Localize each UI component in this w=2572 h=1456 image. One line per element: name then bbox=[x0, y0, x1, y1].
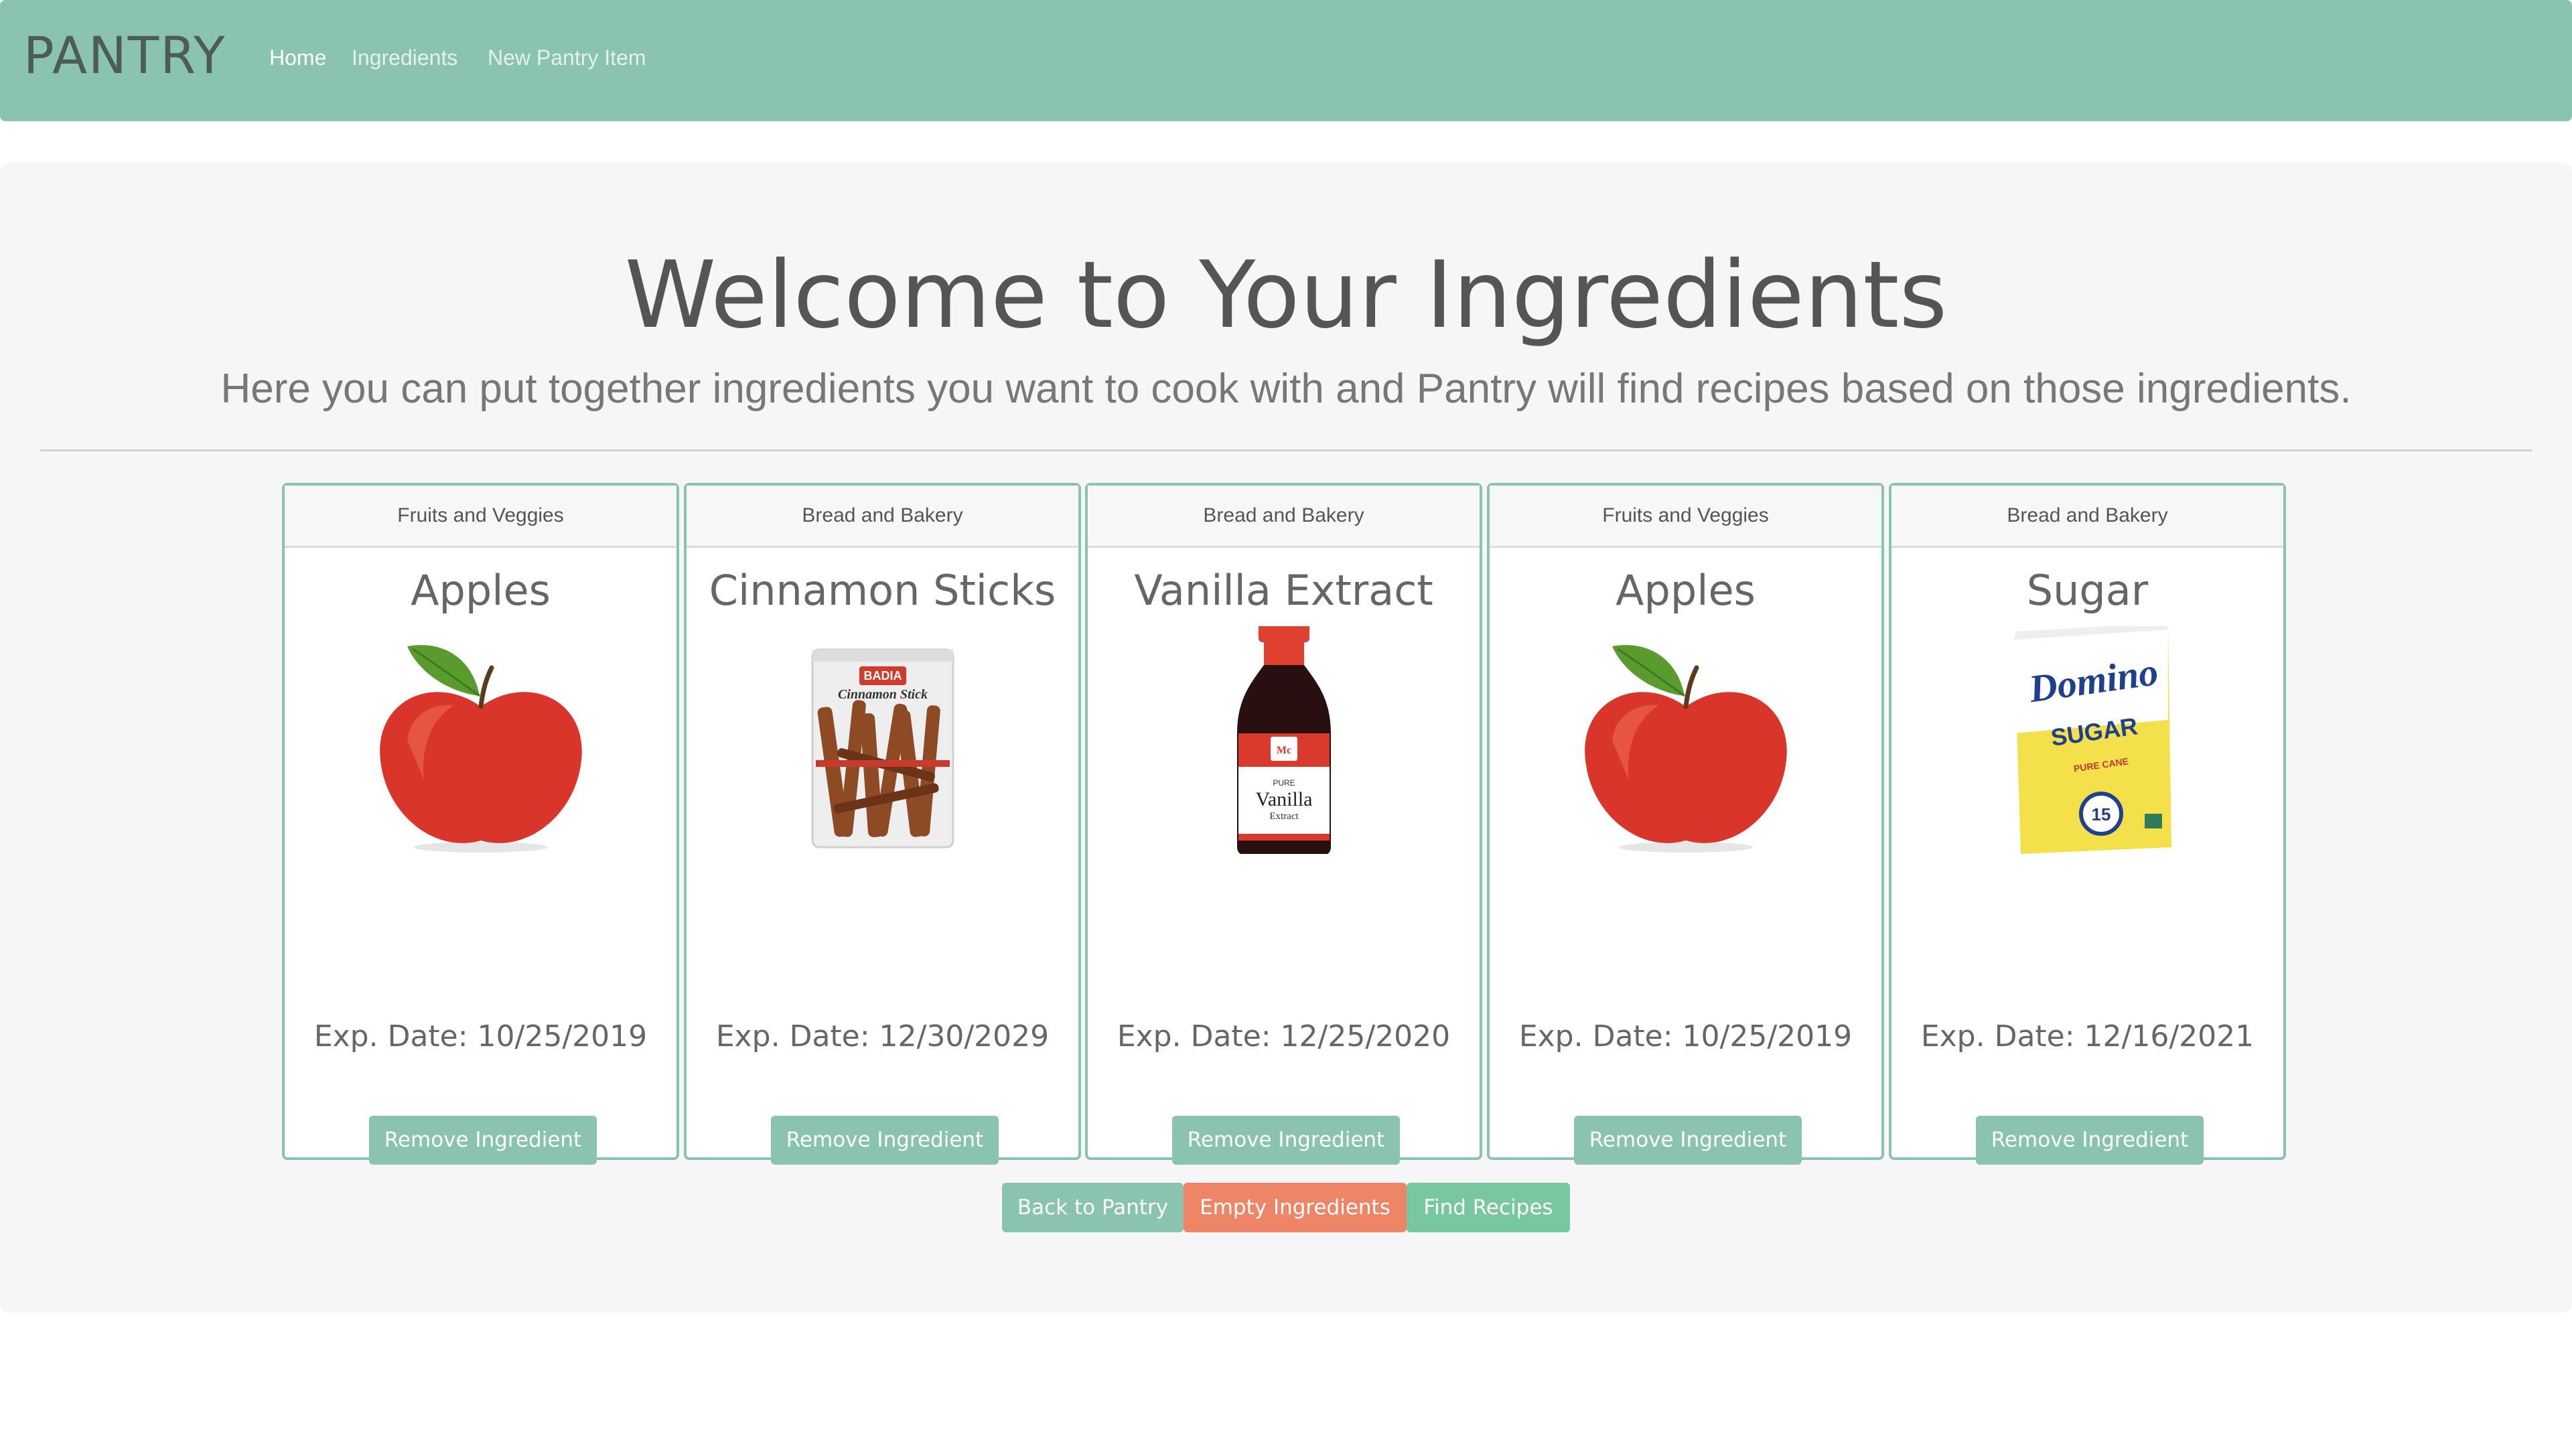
find-recipes-button[interactable]: Find Recipes bbox=[1407, 1183, 1570, 1232]
card-expiration: Exp. Date: 10/25/2019 bbox=[1518, 1019, 1853, 1053]
remove-ingredient-button[interactable]: Remove Ingredient bbox=[369, 1116, 597, 1165]
ingredient-card: Bread and Bakery Sugar Domino SUGAR PURE… bbox=[1889, 483, 2286, 1165]
bottle-pure-text: PURE bbox=[1273, 778, 1295, 788]
card-category: Bread and Bakery bbox=[1088, 486, 1480, 548]
navbar: PANTRY Home Ingredients New Pantry Item bbox=[0, 0, 2572, 121]
bottle-brand-text: McCormick bbox=[1265, 769, 1302, 777]
card-title: Apples bbox=[1616, 566, 1756, 615]
card-category: Bread and Bakery bbox=[1891, 486, 2283, 548]
card-expiration: Exp. Date: 10/25/2019 bbox=[313, 1019, 648, 1053]
card-category: Fruits and Veggies bbox=[285, 486, 676, 548]
card-expiration: Exp. Date: 12/30/2029 bbox=[715, 1019, 1050, 1053]
remove-ingredient-button[interactable]: Remove Ingredient bbox=[1172, 1116, 1400, 1165]
page-subtitle: Here you can put together ingredients yo… bbox=[220, 366, 2352, 412]
vanilla-bottle-image: Mc McCormick PURE Vanilla Extract bbox=[1088, 626, 1480, 854]
ingredient-card: Fruits and Veggies Apples Exp. Date: 10/… bbox=[1487, 483, 1884, 1165]
cinnamon-bag-image: BADIA Cinnamon Stick bbox=[687, 626, 1078, 854]
ingredient-card: Fruits and Veggies Apples Exp. Date: 10/… bbox=[282, 483, 679, 1165]
remove-ingredient-button[interactable]: Remove Ingredient bbox=[1574, 1116, 1802, 1165]
back-to-pantry-button[interactable]: Back to Pantry bbox=[1002, 1183, 1184, 1232]
brand-logo[interactable]: PANTRY bbox=[23, 25, 226, 85]
divider bbox=[40, 449, 2532, 451]
apple-image bbox=[1490, 626, 1881, 854]
nav-ingredients[interactable]: Ingredients bbox=[352, 46, 457, 70]
sugar-calories-text: 15 bbox=[2091, 804, 2111, 824]
bag-brand-text: BADIA bbox=[863, 669, 902, 682]
nav-home[interactable]: Home bbox=[269, 46, 326, 70]
remove-ingredient-button[interactable]: Remove Ingredient bbox=[771, 1116, 999, 1165]
bag-label-text: Cinnamon Stick bbox=[838, 687, 928, 702]
card-title: Cinnamon Sticks bbox=[709, 566, 1056, 615]
card-title: Sugar bbox=[2026, 566, 2149, 615]
ingredient-card: Bread and Bakery Vanilla Extract Mc McCo… bbox=[1085, 483, 1482, 1165]
sugar-bag-image: Domino SUGAR PURE CANE 15 bbox=[1891, 626, 2283, 854]
bottle-name-text: Vanilla bbox=[1255, 788, 1312, 810]
card-category: Fruits and Veggies bbox=[1490, 486, 1881, 548]
remove-ingredient-button[interactable]: Remove Ingredient bbox=[1976, 1116, 2204, 1165]
card-title: Vanilla Extract bbox=[1134, 566, 1433, 615]
bottle-extract-text: Extract bbox=[1269, 811, 1299, 822]
page-title: Welcome to Your Ingredients bbox=[624, 241, 1948, 349]
nav-new-pantry-item[interactable]: New Pantry Item bbox=[488, 46, 646, 70]
empty-ingredients-button[interactable]: Empty Ingredients bbox=[1184, 1183, 1407, 1232]
card-expiration: Exp. Date: 12/16/2021 bbox=[1920, 1019, 2255, 1053]
card-category: Bread and Bakery bbox=[687, 486, 1078, 548]
svg-text:Mc: Mc bbox=[1276, 745, 1291, 756]
card-title: Apples bbox=[411, 566, 551, 615]
apple-image bbox=[285, 626, 676, 854]
card-expiration: Exp. Date: 12/25/2020 bbox=[1117, 1019, 1451, 1053]
ingredient-card: Bread and Bakery Cinnamon Sticks BADIA C… bbox=[684, 483, 1081, 1165]
